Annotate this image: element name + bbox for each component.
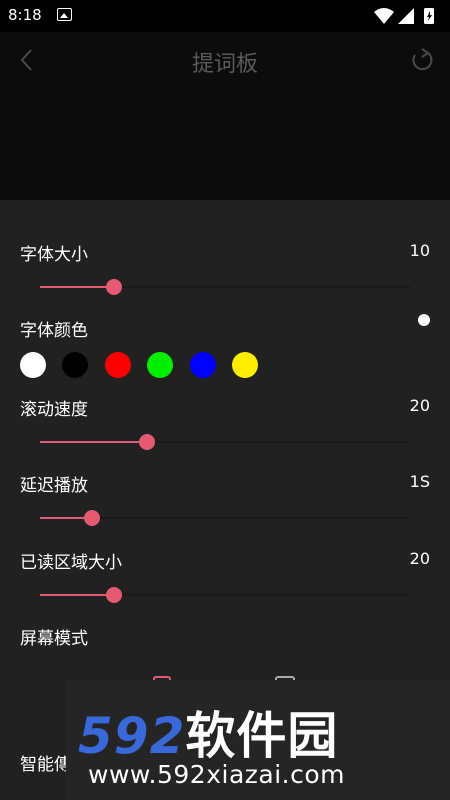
status-bar: 8:18 [0, 0, 450, 32]
system-status-icons [374, 8, 434, 24]
font-size-label: 字体大小 [20, 245, 88, 265]
signal-icon [398, 8, 414, 24]
delay-play-slider-thumb[interactable] [83, 510, 100, 526]
font-color-label: 字体颜色 [20, 321, 88, 341]
delay-play-value: 1S [409, 472, 430, 491]
read-area-slider-thumb[interactable] [106, 587, 122, 603]
read-area-label: 已读区域大小 [20, 553, 122, 573]
scroll-speed-slider[interactable] [40, 434, 410, 450]
color-swatch[interactable] [232, 352, 258, 378]
image-notification-icon [57, 8, 72, 21]
watermark-url: www.592xiazai.com [88, 760, 345, 789]
color-swatch[interactable] [105, 352, 131, 378]
watermark-banner: 592软件园 www.592xiazai.com [66, 680, 450, 800]
screen-mode-label: 屏幕模式 [20, 629, 88, 649]
color-swatch[interactable] [147, 352, 173, 378]
wifi-icon [374, 8, 394, 24]
selected-indicator-dot [418, 314, 430, 326]
read-area-slider-fill [40, 594, 114, 596]
color-swatch[interactable] [20, 352, 46, 378]
status-time: 8:18 [8, 6, 42, 24]
scroll-speed-label: 滚动速度 [20, 400, 88, 420]
scroll-speed-value: 20 [409, 396, 430, 415]
teleprompter-preview [0, 88, 450, 200]
font-size-slider[interactable] [40, 279, 410, 295]
scroll-speed-slider-fill [40, 441, 148, 443]
delay-play-slider[interactable] [40, 510, 410, 526]
color-swatch[interactable] [190, 352, 216, 378]
font-size-value: 10 [409, 241, 430, 260]
smart-label: 智能傳 [20, 755, 71, 775]
app-header: 提词板 [0, 32, 450, 88]
read-area-value: 20 [409, 549, 430, 568]
delay-play-label: 延迟播放 [20, 476, 88, 496]
font-size-slider-thumb[interactable] [106, 279, 122, 295]
watermark-logo: 592软件园 [78, 707, 339, 765]
read-area-slider[interactable] [40, 587, 410, 603]
font-size-slider-fill [40, 286, 114, 288]
refresh-icon[interactable] [408, 46, 436, 74]
color-swatch[interactable] [62, 352, 88, 378]
page-title: 提词板 [191, 52, 258, 77]
